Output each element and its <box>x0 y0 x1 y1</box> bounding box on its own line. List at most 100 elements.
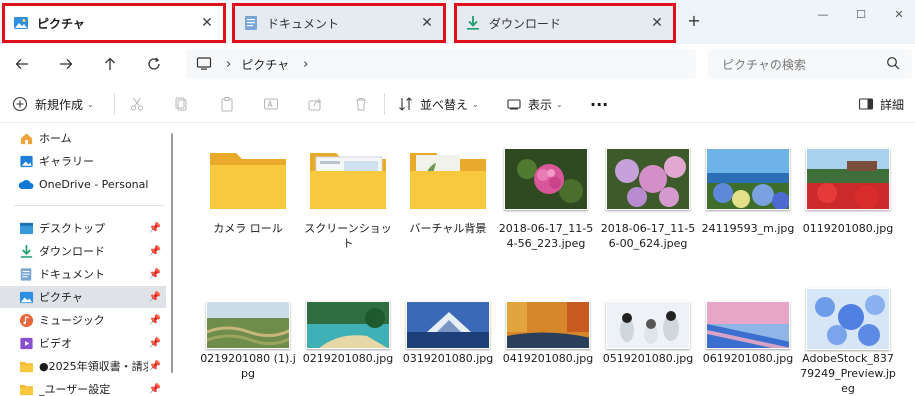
search-icon[interactable] <box>886 56 900 70</box>
pin-icon[interactable]: 📌 <box>148 315 162 326</box>
tab-label: ダウンロード <box>489 16 562 31</box>
close-icon[interactable]: ✕ <box>197 13 217 33</box>
tab-label: ピクチャ <box>37 16 85 31</box>
sidebar-item-gallery[interactable]: ギャラリー <box>0 150 166 172</box>
forward-button[interactable] <box>54 52 78 76</box>
documents-icon <box>18 266 34 282</box>
file-name: 0219201080.jpg <box>302 352 394 365</box>
details-button[interactable]: 詳細 <box>858 94 904 114</box>
more-icon: ··· <box>590 94 609 114</box>
add-icon <box>12 96 28 112</box>
close-window-icon[interactable]: ✕ <box>888 6 910 22</box>
up-button[interactable] <box>98 52 122 76</box>
pin-icon[interactable]: 📌 <box>148 338 162 349</box>
file-name: 24119593_m.jpg <box>701 222 795 235</box>
pin-icon[interactable]: 📌 <box>148 384 162 395</box>
maximize-icon[interactable]: ☐ <box>850 6 872 22</box>
file-name: 2018-06-17_11-56-00_624.jpeg <box>600 222 696 250</box>
gallery-icon <box>18 153 34 169</box>
folder-icon <box>18 358 34 374</box>
file-name: AdobeStock_83779249_Preview.jpeg <box>800 352 896 395</box>
sidebar-item-label: OneDrive - Personal <box>39 177 149 191</box>
chevron-right-icon[interactable]: › <box>303 57 308 72</box>
folder-icon <box>18 381 34 396</box>
search-input[interactable]: ピクチャの検索 <box>722 56 806 73</box>
sort-button-label: 並べ替え <box>420 97 469 112</box>
sidebar-item-label: ギャラリー <box>39 155 94 168</box>
sidebar-item-downloads[interactable]: ダウンロード 📌 <box>0 240 166 262</box>
sidebar-item-pictures[interactable]: ピクチャ 📌 <box>0 286 166 308</box>
tab-pictures[interactable]: ピクチャ ✕ <box>2 3 226 43</box>
rename-icon[interactable] <box>262 95 280 113</box>
sidebar-item-videos[interactable]: ビデオ 📌 <box>0 332 166 354</box>
sidebar-item-label: ホーム <box>39 132 72 145</box>
image-thumbnail <box>600 145 696 213</box>
cut-icon[interactable] <box>128 95 146 113</box>
back-button[interactable] <box>10 52 34 76</box>
file-name: スクリーンショット <box>304 222 392 250</box>
sidebar-item-receipts-folder[interactable]: ●2025年領収書・請求 📌 <box>0 355 166 377</box>
minimize-icon[interactable]: — <box>812 6 834 22</box>
image-thumbnail <box>600 291 696 359</box>
view-button[interactable]: 表示 ⌄ <box>506 94 563 114</box>
new-tab-button[interactable]: + <box>684 10 704 30</box>
divider <box>114 93 115 115</box>
close-icon[interactable]: ✕ <box>647 13 667 33</box>
folder-icon <box>400 145 496 213</box>
paste-icon[interactable] <box>218 95 236 113</box>
arrow-right-icon <box>60 59 73 69</box>
delete-icon[interactable] <box>352 95 370 113</box>
navigation-bar: › ピクチャ › ピクチャの検索 <box>0 44 915 85</box>
pin-icon[interactable]: 📌 <box>148 361 162 372</box>
sidebar-item-user-settings-folder[interactable]: _ユーザー設定 📌 <box>0 378 166 396</box>
file-name: 0419201080.jpg <box>502 352 594 365</box>
chevron-down-icon: ⌄ <box>472 99 479 109</box>
refresh-button[interactable] <box>142 52 166 76</box>
tab-downloads[interactable]: ダウンロード ✕ <box>454 3 676 43</box>
image-thumbnail <box>500 291 596 359</box>
sidebar-item-desktop[interactable]: デスクトップ 📌 <box>0 217 166 239</box>
pin-icon[interactable]: 📌 <box>148 292 162 303</box>
sidebar-item-label: ミュージック <box>39 314 105 327</box>
sidebar-item-home[interactable]: ホーム <box>0 127 166 149</box>
copy-icon[interactable] <box>172 95 190 113</box>
sidebar-item-music[interactable]: ミュージック 📌 <box>0 309 166 331</box>
share-icon[interactable] <box>306 95 324 113</box>
file-name: 2018-06-17_11-54-56_223.jpeg <box>498 222 594 250</box>
chevron-right-icon[interactable]: › <box>226 57 231 72</box>
navigation-pane: ホーム ギャラリー OneDrive - Personal デスクトップ 📌 ダ… <box>0 123 176 396</box>
file-name: 0219201080 (1).jpg <box>200 352 296 380</box>
image-thumbnail <box>400 291 496 359</box>
pin-icon[interactable]: 📌 <box>148 223 162 234</box>
documents-icon <box>243 15 259 31</box>
breadcrumb-pictures[interactable]: ピクチャ <box>241 56 289 73</box>
search-box[interactable]: ピクチャの検索 <box>708 49 912 79</box>
image-thumbnail <box>700 145 796 213</box>
image-thumbnail <box>800 285 896 353</box>
divider <box>384 93 385 115</box>
view-button-label: 表示 <box>528 97 553 112</box>
sidebar-scrollbar[interactable] <box>171 133 173 373</box>
pictures-icon <box>18 289 34 305</box>
pin-icon[interactable]: 📌 <box>148 269 162 280</box>
chevron-down-icon: ⌄ <box>556 99 563 109</box>
pin-icon[interactable]: 📌 <box>148 246 162 257</box>
more-button[interactable]: ··· <box>590 94 608 114</box>
close-icon[interactable]: ✕ <box>417 13 437 33</box>
file-name: カメラ ロール <box>213 222 283 235</box>
sidebar-item-onedrive[interactable]: OneDrive - Personal <box>0 173 166 195</box>
downloads-icon <box>465 15 481 31</box>
downloads-icon <box>18 243 34 259</box>
sidebar-item-documents[interactable]: ドキュメント 📌 <box>0 263 166 285</box>
new-button[interactable]: 新規作成 ⌄ <box>12 94 94 114</box>
sidebar-item-label: _ユーザー設定 <box>39 383 111 396</box>
address-bar[interactable]: › ピクチャ › <box>186 49 696 79</box>
file-grid: カメラ ロール スクリーンショット バーチャル背景 2018-06-17_11-… <box>176 123 915 396</box>
image-thumbnail <box>300 291 396 359</box>
pictures-icon <box>13 15 29 31</box>
view-icon <box>507 99 521 110</box>
this-pc-icon <box>196 57 212 70</box>
tab-documents[interactable]: ドキュメント ✕ <box>232 3 446 43</box>
sidebar-item-label: ドキュメント <box>39 268 105 281</box>
sort-button[interactable]: 並べ替え ⌄ <box>398 94 479 114</box>
